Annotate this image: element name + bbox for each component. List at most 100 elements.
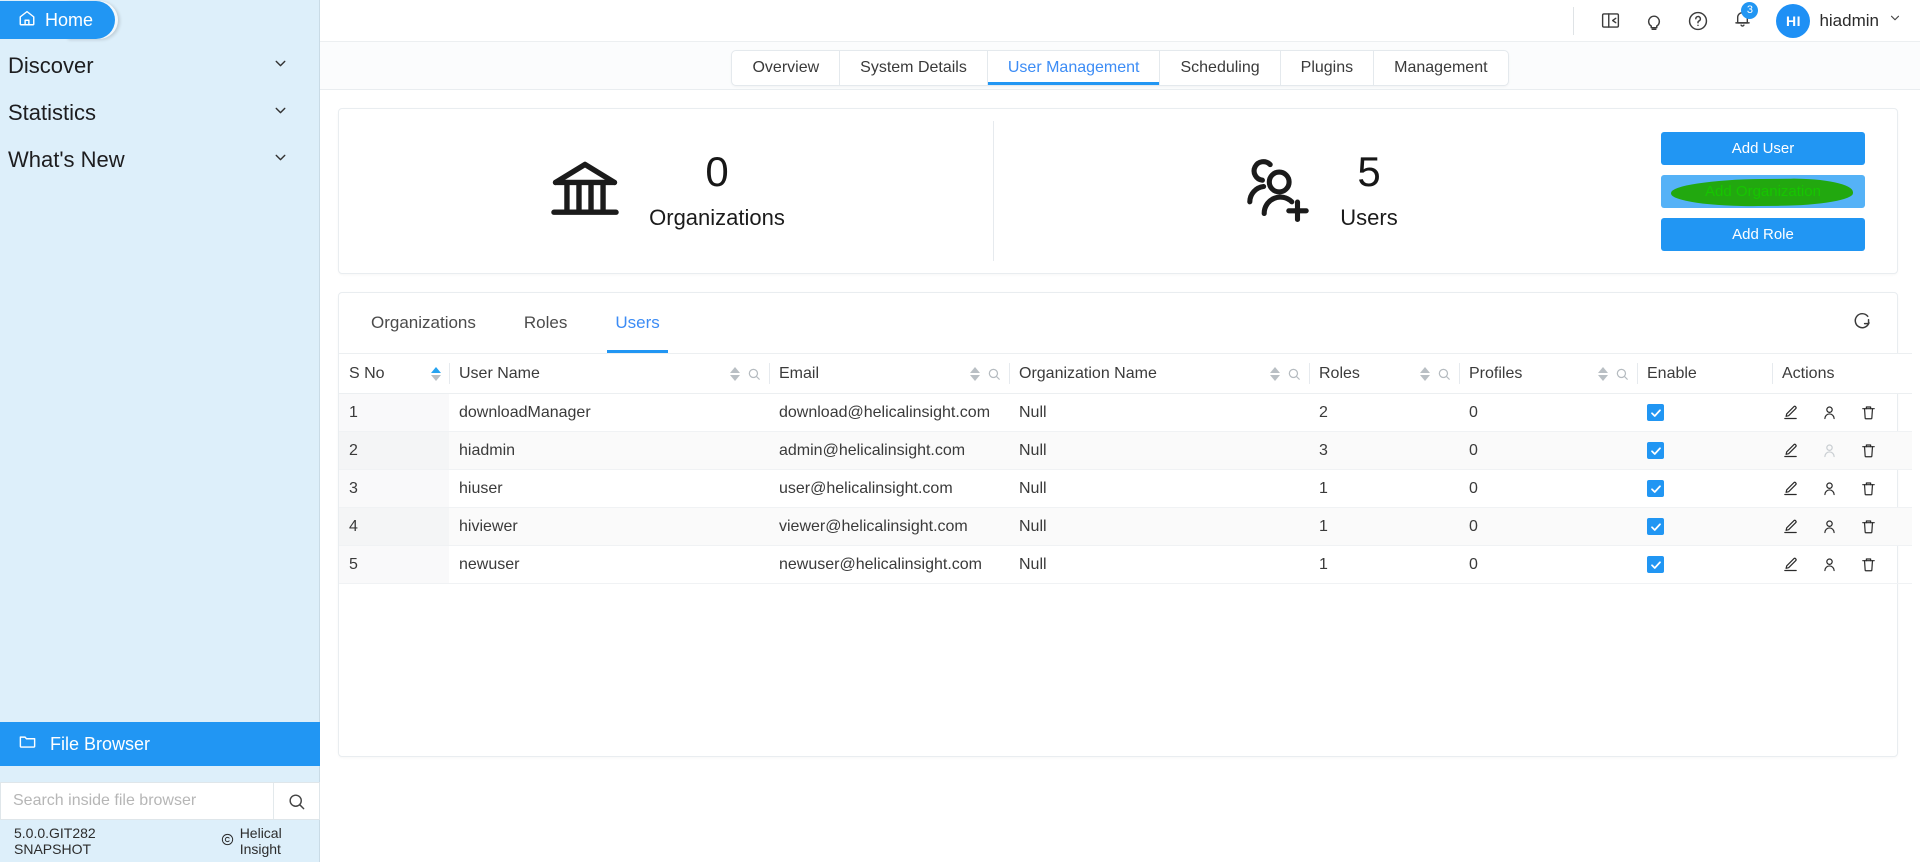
tab-overview[interactable]: Overview: [732, 51, 840, 85]
cell-enable: [1637, 508, 1772, 546]
table-toolbar: Organizations Roles Users: [339, 293, 1897, 353]
sort-toggle-icon[interactable]: [970, 367, 980, 381]
cell-profiles: 0: [1459, 508, 1637, 546]
sidebar-item-whats-new[interactable]: What's New: [0, 136, 319, 183]
cell-actions: [1772, 470, 1912, 508]
column-tools: [1420, 367, 1451, 381]
edit-icon[interactable]: [1782, 518, 1799, 535]
refresh-button[interactable]: [1845, 306, 1879, 340]
enable-checkbox[interactable]: [1647, 556, 1664, 573]
user-icon[interactable]: [1821, 480, 1838, 497]
table-row[interactable]: 1 downloadManager download@helicalinsigh…: [339, 394, 1912, 432]
sort-toggle-icon[interactable]: [431, 367, 441, 381]
tab-plugins[interactable]: Plugins: [1281, 51, 1374, 85]
enable-checkbox[interactable]: [1647, 404, 1664, 421]
tab-users[interactable]: Users: [591, 293, 683, 353]
sidebar-item-statistics[interactable]: Statistics: [0, 89, 319, 136]
table-row[interactable]: 2 hiadmin admin@helicalinsight.com Null …: [339, 432, 1912, 470]
cell-email: admin@helicalinsight.com: [769, 432, 1009, 470]
file-browser-button[interactable]: File Browser: [0, 722, 320, 766]
lightbulb-icon[interactable]: [1632, 0, 1676, 42]
column-enable: Enable: [1637, 354, 1772, 394]
tab-organizations[interactable]: Organizations: [347, 293, 500, 353]
tab-management[interactable]: Management: [1374, 51, 1507, 85]
delete-icon[interactable]: [1860, 442, 1877, 459]
cell-user-name: hiadmin: [449, 432, 769, 470]
table-row[interactable]: 5 newuser newuser@helicalinsight.com Nul…: [339, 546, 1912, 584]
add-organization-button[interactable]: Add Organization: [1661, 175, 1865, 208]
column-organization-name[interactable]: Organization Name: [1009, 354, 1309, 394]
stat-text: 0 Organizations: [649, 151, 785, 231]
sort-toggle-icon[interactable]: [1598, 367, 1608, 381]
cell-s-no: 4: [339, 508, 449, 546]
column-label: Organization Name: [1019, 365, 1157, 383]
tab-user-management[interactable]: User Management: [988, 51, 1161, 85]
cell-profiles: 0: [1459, 432, 1637, 470]
enable-checkbox[interactable]: [1647, 518, 1664, 535]
column-tools: [1598, 367, 1629, 381]
sidebar-item-home[interactable]: Home: [0, 1, 115, 39]
column-roles[interactable]: Roles: [1309, 354, 1459, 394]
tab-system-details[interactable]: System Details: [840, 51, 988, 85]
sort-toggle-icon[interactable]: [730, 367, 740, 381]
tab-scheduling[interactable]: Scheduling: [1160, 51, 1280, 85]
user-icon[interactable]: [1821, 404, 1838, 421]
column-search-icon[interactable]: [987, 367, 1001, 381]
cell-email: user@helicalinsight.com: [769, 470, 1009, 508]
panel-collapse-icon[interactable]: [1588, 0, 1632, 42]
chevron-down-icon: [272, 55, 289, 76]
column-user-name[interactable]: User Name: [449, 354, 769, 394]
edit-icon[interactable]: [1782, 404, 1799, 421]
user-icon[interactable]: [1821, 556, 1838, 573]
notifications-button[interactable]: 3: [1720, 0, 1764, 42]
table-header-row: S No User Name: [339, 354, 1912, 394]
column-email[interactable]: Email: [769, 354, 1009, 394]
cell-user-name: newuser: [449, 546, 769, 584]
add-user-label: Add User: [1732, 140, 1795, 157]
delete-icon[interactable]: [1860, 556, 1877, 573]
user-menu[interactable]: HI hiadmin: [1776, 4, 1902, 38]
enable-checkbox[interactable]: [1647, 480, 1664, 497]
users-count: 5: [1357, 151, 1380, 193]
tab-roles[interactable]: Roles: [500, 293, 591, 353]
table-body: 1 downloadManager download@helicalinsigh…: [339, 394, 1912, 584]
brand-label: Helical Insight: [240, 825, 306, 857]
sort-toggle-icon[interactable]: [1270, 367, 1280, 381]
search-icon[interactable]: [273, 783, 319, 819]
delete-icon[interactable]: [1860, 480, 1877, 497]
refresh-icon: [1852, 310, 1873, 336]
column-search-icon[interactable]: [1615, 367, 1629, 381]
column-search-icon[interactable]: [747, 367, 761, 381]
sidebar-item-discover[interactable]: Discover: [0, 42, 319, 89]
column-s-no[interactable]: S No: [339, 354, 449, 394]
column-label: Roles: [1319, 365, 1360, 383]
column-search-icon[interactable]: [1437, 367, 1451, 381]
search-input[interactable]: [1, 783, 273, 819]
organizations-label: Organizations: [649, 205, 785, 231]
table-row[interactable]: 4 hiviewer viewer@helicalinsight.com Nul…: [339, 508, 1912, 546]
enable-checkbox[interactable]: [1647, 442, 1664, 459]
column-search-icon[interactable]: [1287, 367, 1301, 381]
delete-icon[interactable]: [1860, 518, 1877, 535]
column-tools: [970, 367, 1001, 381]
cell-user-name: downloadManager: [449, 394, 769, 432]
organizations-count: 0: [705, 151, 728, 193]
edit-icon[interactable]: [1782, 442, 1799, 459]
column-profiles[interactable]: Profiles: [1459, 354, 1637, 394]
sort-toggle-icon[interactable]: [1420, 367, 1430, 381]
delete-icon[interactable]: [1860, 404, 1877, 421]
cell-roles: 1: [1309, 546, 1459, 584]
edit-icon[interactable]: [1782, 480, 1799, 497]
sidebar-footer: 5.0.0.GIT282 SNAPSHOT Helical Insight: [0, 820, 320, 862]
edit-icon[interactable]: [1782, 556, 1799, 573]
sidebar-home-label: Home: [45, 10, 93, 31]
help-circle-icon[interactable]: [1676, 0, 1720, 42]
row-actions: [1782, 442, 1912, 459]
cell-s-no: 2: [339, 432, 449, 470]
summary-card: 0 Organizations 5 Users Add User: [338, 108, 1898, 274]
user-icon[interactable]: [1821, 518, 1838, 535]
add-user-button[interactable]: Add User: [1661, 132, 1865, 165]
table-row[interactable]: 3 hiuser user@helicalinsight.com Null 1 …: [339, 470, 1912, 508]
add-role-button[interactable]: Add Role: [1661, 218, 1865, 251]
cell-roles: 2: [1309, 394, 1459, 432]
